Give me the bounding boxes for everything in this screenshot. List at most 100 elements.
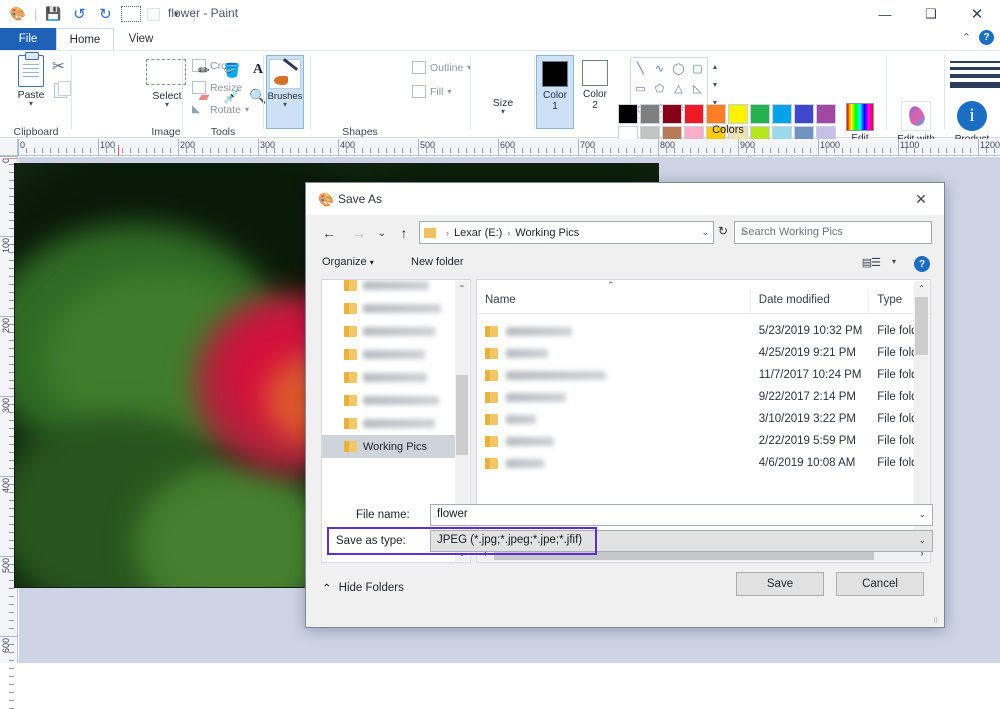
select-dropdown-icon[interactable]: ▾ xyxy=(148,101,186,109)
shape-oval-icon[interactable]: ◯ xyxy=(669,58,688,78)
file-row[interactable]: 3/10/2019 3:22 PM File folder xyxy=(477,408,930,430)
refresh-icon[interactable]: ↻ xyxy=(718,224,728,238)
cancel-button[interactable]: Cancel xyxy=(836,572,924,596)
fill-button[interactable]: Fill ▾ xyxy=(412,85,451,98)
recent-locations-icon[interactable]: ⌄ xyxy=(372,223,392,243)
breadcrumb-dropdown-icon[interactable]: ⌄ xyxy=(701,227,709,238)
save-button[interactable]: Save xyxy=(736,572,824,596)
organize-button[interactable]: Organize ▾ xyxy=(322,256,374,268)
palette-swatch-1-2[interactable] xyxy=(640,104,660,124)
shape-right-triangle-icon[interactable]: ◺ xyxy=(688,78,707,98)
file-row[interactable]: 4/25/2019 9:21 PM File folder xyxy=(477,342,930,364)
scissors-icon[interactable]: ✂ xyxy=(52,57,65,75)
shape-curve-icon[interactable]: ∿ xyxy=(650,58,669,78)
file-row[interactable]: 11/7/2017 10:24 PM File folder xyxy=(477,364,930,386)
redo-icon[interactable]: ↻ xyxy=(95,4,115,24)
select-icon[interactable] xyxy=(121,6,142,22)
tab-file[interactable]: File xyxy=(0,28,56,50)
resize-grip-icon[interactable]: ⠿ xyxy=(933,617,941,625)
close-button[interactable]: ✕ xyxy=(954,0,1000,28)
paint-icon[interactable]: 🎨 xyxy=(8,4,28,24)
brushes-dropdown-icon[interactable]: ▾ xyxy=(267,101,303,109)
tree-item[interactable] xyxy=(322,343,456,366)
shape-rounded-rect-icon[interactable]: ▭ xyxy=(631,78,650,98)
palette-swatch-1-7[interactable] xyxy=(750,104,770,124)
fill-dropdown-icon[interactable]: ▾ xyxy=(447,87,451,96)
view-dropdown-icon[interactable]: ▾ xyxy=(892,257,896,266)
file-row[interactable]: 9/22/2017 2:14 PM File folder xyxy=(477,386,930,408)
empty-box-icon[interactable] xyxy=(147,7,161,21)
shapes-scroll-down-icon[interactable]: ▼ xyxy=(710,77,720,95)
view-list-icon[interactable]: ▤☰ xyxy=(862,256,881,269)
vertical-scroll-thumb[interactable] xyxy=(915,297,928,355)
color2-button[interactable]: Color 2 xyxy=(576,55,614,129)
collapse-ribbon-icon[interactable]: ⌃ xyxy=(962,31,971,44)
back-icon[interactable]: ← xyxy=(319,223,339,243)
color-picker-icon[interactable]: 💉 xyxy=(221,85,243,107)
tree-item[interactable] xyxy=(322,412,456,435)
breadcrumb-item-drive[interactable]: Lexar (E:) xyxy=(454,227,502,239)
undo-icon[interactable]: ↺ xyxy=(69,4,89,24)
tree-item[interactable] xyxy=(322,297,456,320)
file-row[interactable]: 2/22/2019 5:59 PM File folder xyxy=(477,430,930,452)
shape-polygon-icon[interactable]: ⬠ xyxy=(650,78,669,98)
size-button[interactable]: Size ▾ xyxy=(472,95,534,116)
file-name-input[interactable]: flower ⌄ xyxy=(430,504,933,526)
shape-rectangle-icon[interactable]: ▢ xyxy=(688,58,707,78)
copy-icon[interactable] xyxy=(54,81,71,98)
tree-scroll-thumb[interactable] xyxy=(456,375,468,455)
fill-with-color-icon[interactable]: 🪣 xyxy=(221,59,243,81)
outline-button[interactable]: Outline ▾ xyxy=(412,61,471,74)
palette-swatch-1-8[interactable] xyxy=(772,104,792,124)
size-dropdown-icon[interactable]: ▾ xyxy=(472,108,534,116)
tab-view[interactable]: View xyxy=(114,28,168,50)
tree-item[interactable] xyxy=(322,389,456,412)
shape-triangle-icon[interactable]: △ xyxy=(669,78,688,98)
tab-home[interactable]: Home xyxy=(56,28,114,50)
color1-button[interactable]: Color 1 xyxy=(536,55,574,129)
palette-swatch-1-3[interactable] xyxy=(662,104,682,124)
scroll-up-icon[interactable]: ⌃ xyxy=(914,281,929,296)
column-header-name[interactable]: Name xyxy=(477,289,751,313)
scroll-up-icon[interactable]: ⌃ xyxy=(455,281,469,296)
breadcrumb-item-folder[interactable]: Working Pics xyxy=(515,227,579,239)
breadcrumb[interactable]: › Lexar (E:) › Working Pics ⌄ xyxy=(419,221,714,244)
search-icon[interactable]: ⌕ xyxy=(741,226,925,239)
select-button[interactable]: Select ▾ xyxy=(148,88,186,109)
palette-swatch-1-5[interactable] xyxy=(706,104,726,124)
palette-swatch-1-4[interactable] xyxy=(684,104,704,124)
tree-item-selected[interactable]: Working Pics xyxy=(322,435,456,458)
tree-item[interactable] xyxy=(322,280,456,297)
close-icon[interactable]: ✕ xyxy=(906,187,936,211)
tree-item[interactable] xyxy=(322,366,456,389)
paste-button[interactable]: Paste ▾ xyxy=(8,52,54,108)
file-row[interactable]: 5/23/2019 10:32 PM File folder xyxy=(477,320,930,342)
tree-item[interactable] xyxy=(322,320,456,343)
color1-swatch[interactable] xyxy=(542,61,568,87)
column-header-date-modified[interactable]: Date modified xyxy=(751,289,870,313)
new-folder-button[interactable]: New folder xyxy=(411,256,464,268)
maximize-button[interactable]: ❑ xyxy=(908,0,954,28)
help-icon[interactable]: ? xyxy=(914,256,930,272)
shapes-scroll-up-icon[interactable]: ▲ xyxy=(710,59,720,77)
palette-swatch-1-10[interactable] xyxy=(816,104,836,124)
up-icon[interactable]: ↑ xyxy=(394,223,414,243)
save-icon[interactable]: 💾 xyxy=(43,4,63,24)
pencil-icon[interactable]: ✏ xyxy=(193,59,215,81)
select-rect-icon[interactable] xyxy=(146,59,186,85)
hide-folders-button[interactable]: ⌃ Hide Folders xyxy=(322,581,404,595)
paste-dropdown-icon[interactable]: ▾ xyxy=(8,100,54,108)
search-input[interactable]: Search Working Pics ⌕ xyxy=(734,221,932,244)
minimize-button[interactable]: — xyxy=(862,0,908,28)
color2-swatch[interactable] xyxy=(582,60,608,86)
palette-swatch-1-9[interactable] xyxy=(794,104,814,124)
palette-swatch-1-6[interactable] xyxy=(728,104,748,124)
save-as-type-dropdown-icon[interactable]: ⌄ xyxy=(918,535,926,546)
palette-swatch-1-1[interactable] xyxy=(618,104,638,124)
organize-dropdown-icon[interactable]: ▾ xyxy=(370,258,374,267)
eraser-icon[interactable]: ▰ xyxy=(193,85,215,107)
forward-icon[interactable]: → xyxy=(349,223,369,243)
file-row[interactable]: 4/6/2019 10:08 AM File folder xyxy=(477,452,930,474)
help-icon[interactable]: ? xyxy=(979,30,994,45)
file-name-dropdown-icon[interactable]: ⌄ xyxy=(918,509,926,520)
